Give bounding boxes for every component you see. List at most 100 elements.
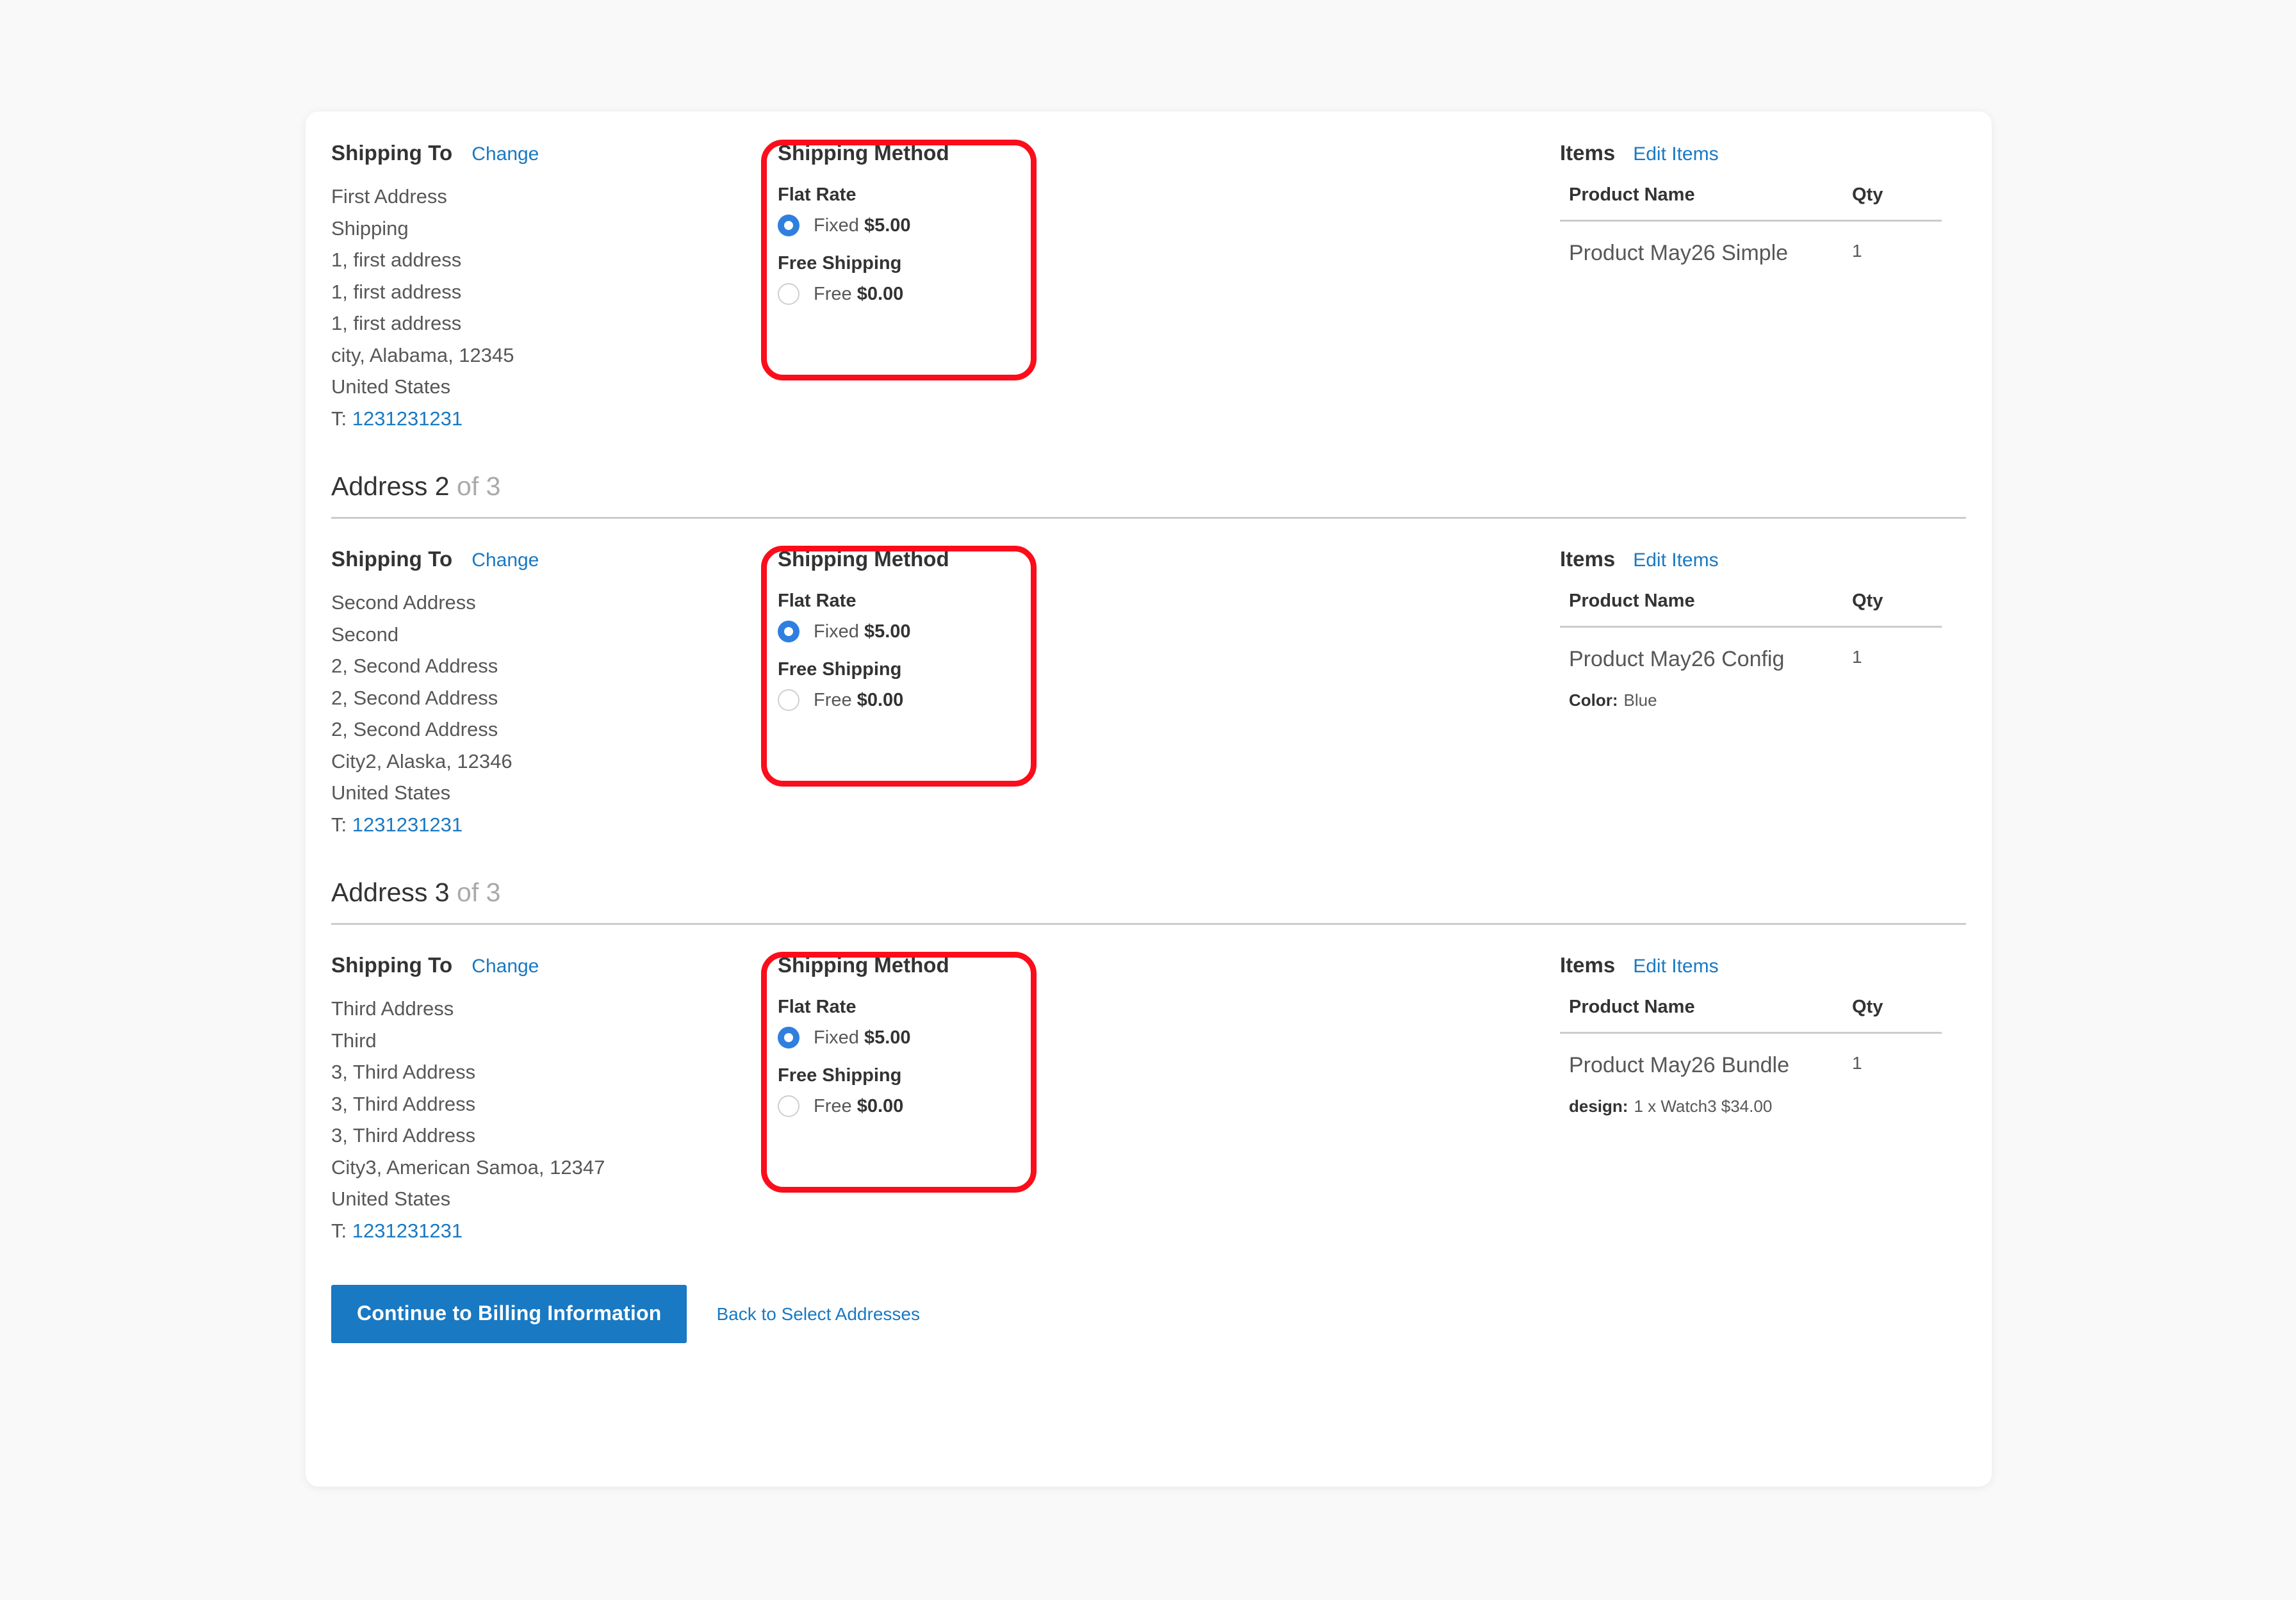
column-header-product-name: Product Name [1560,184,1846,222]
shipping-method-option-label: Fixed $5.00 [814,1027,911,1049]
shipping-address: First Address Shipping 1, first address 1, … [331,181,759,434]
card-inner: Shipping To Change First Address Shipping 1,… [306,111,1992,1487]
address-group-heading-text: Address 2 [331,471,450,501]
address-line: city, Alabama, 12345 [331,343,514,366]
shipping-method-option-price: $0.00 [857,283,904,304]
telephone-number-link[interactable]: 1231231231 [352,813,463,836]
address-line: Shipping [331,216,409,240]
continue-to-billing-button[interactable]: Continue to Billing Information [331,1285,687,1343]
radio-selected[interactable] [778,215,800,236]
radio-selected[interactable] [778,1027,800,1049]
item-option-value: Blue [1623,690,1657,710]
radio-selected[interactable] [778,621,800,642]
back-to-select-addresses-link[interactable]: Back to Select Addresses [716,1304,920,1325]
shipping-method-title: Shipping Method [778,141,949,165]
shipping-method-option-label: Free $0.00 [814,284,903,305]
column-header-product-name: Product Name [1560,997,1846,1034]
items-column: Items Edit Items Product Name Qty Product Ma… [1560,547,1966,712]
radio-unselected[interactable] [778,689,800,711]
address-group-heading-suffix: of 3 [457,878,501,907]
items-table: Product Name Qty Product May26 Simple 1 [1560,184,1942,266]
address-line: 3, Third Address [331,1124,476,1147]
edit-items-link[interactable]: Edit Items [1633,143,1718,165]
items-column: Items Edit Items Product Name Qty Product Ma… [1560,141,1966,266]
address-line: Second [331,623,399,646]
item-option-label: design: [1569,1097,1628,1116]
item-qty: 1 [1852,241,1862,261]
shipping-method-option[interactable]: Free $0.00 [778,689,1560,711]
carrier-title: Flat Rate [778,997,857,1017]
shipping-method-option[interactable]: Fixed $5.00 [778,621,1560,642]
shipping-method-option-name: Free [814,283,852,304]
address-group-heading-text: Address 3 [331,878,450,907]
action-bar: Continue to Billing Information Back to S… [306,1285,1992,1343]
item-options: design: 1 x Watch3 $34.00 [1569,1095,1942,1118]
item-product-name: Product May26 Config [1569,647,1785,671]
items-header: Items Edit Items [1560,547,1942,571]
address-group-heading: Address 3 of 3 [306,878,1992,908]
address-line: City2, Alaska, 12346 [331,749,512,772]
radio-unselected[interactable] [778,283,800,305]
table-row: Product May26 Config 1 [1560,627,1942,673]
shipping-to-column: Shipping To Change Second Address Second 2, … [317,547,759,840]
address-line: 1, first address [331,280,462,303]
shipping-method-option-name: Fixed [814,1027,859,1048]
shipping-method-box: Shipping Method Flat Rate Fixed $5.00 Free … [759,141,1560,305]
shipping-method-option-label: Fixed $5.00 [814,621,911,642]
address-line: City3, American Samoa, 12347 [331,1155,605,1179]
items-title: Items [1560,953,1616,977]
shipping-to-header: Shipping To Change [331,953,759,977]
edit-items-link[interactable]: Edit Items [1633,550,1718,571]
change-address-link[interactable]: Change [472,956,539,977]
shipping-method-option-price: $0.00 [857,689,904,710]
items-column: Items Edit Items Product Name Qty Product Ma… [1560,953,1966,1118]
shipping-method-option[interactable]: Fixed $5.00 [778,1027,1560,1049]
shipping-method-option-name: Free [814,1095,852,1116]
telephone-number-link[interactable]: 1231231231 [352,1220,463,1242]
item-qty: 1 [1852,1053,1862,1073]
items-title: Items [1560,547,1616,571]
shipping-method-option[interactable]: Free $0.00 [778,283,1560,305]
shipping-to-header: Shipping To Change [331,141,759,165]
address-telephone: T: 1231231231 [331,1215,759,1247]
telephone-prefix: T: [331,1219,347,1242]
carrier-title: Free Shipping [778,1065,902,1086]
shipping-method-option-price: $5.00 [864,1027,911,1048]
items-title: Items [1560,141,1616,165]
shipping-method-option-price: $0.00 [857,1095,904,1116]
shipping-method-option-name: Free [814,689,852,710]
address-line: Third [331,1029,377,1052]
shipping-method-option-price: $5.00 [864,215,911,236]
shipping-to-title: Shipping To [331,141,453,165]
shipping-method-option[interactable]: Free $0.00 [778,1095,1560,1117]
address-line: 3, Third Address [331,1061,476,1083]
shipping-address: Second Address Second 2, Second Address 2, … [331,587,759,840]
address-line: 3, Third Address [331,1092,476,1115]
address-line: United States [331,781,451,804]
items-table-header-row: Product Name Qty [1560,184,1942,222]
column-header-qty: Qty [1846,184,1942,222]
items-header: Items Edit Items [1560,953,1942,977]
carrier-title: Free Shipping [778,659,902,680]
shipping-method-box: Shipping Method Flat Rate Fixed $5.00 Free … [759,547,1560,711]
shipping-method-option-name: Fixed [814,215,859,236]
change-address-link[interactable]: Change [472,143,539,165]
items-table: Product Name Qty Product May26 Bundle 1 [1560,997,1942,1078]
items-header: Items Edit Items [1560,141,1942,165]
telephone-number-link[interactable]: 1231231231 [352,407,463,430]
address-line: 2, Second Address [331,718,498,740]
change-address-link[interactable]: Change [472,550,539,571]
shipping-to-column: Shipping To Change First Address Shipping 1,… [317,141,759,434]
item-options: Color: Blue [1569,689,1942,712]
shipping-method-title: Shipping Method [778,547,949,571]
shipping-method-box: Shipping Method Flat Rate Fixed $5.00 Free … [759,953,1560,1117]
address-group-heading: Address 2 of 3 [306,471,1992,502]
shipment-section: Shipping To Change Second Address Second 2, … [306,519,1992,840]
shipping-method-option-label: Free $0.00 [814,1096,903,1117]
items-table-header-row: Product Name Qty [1560,591,1942,628]
radio-unselected[interactable] [778,1095,800,1117]
shipment-section: Shipping To Change Third Address Third 3, Th… [306,925,1992,1246]
edit-items-link[interactable]: Edit Items [1633,956,1718,977]
shipment-section: Shipping To Change First Address Shipping 1,… [306,111,1992,434]
shipping-method-option[interactable]: Fixed $5.00 [778,215,1560,236]
